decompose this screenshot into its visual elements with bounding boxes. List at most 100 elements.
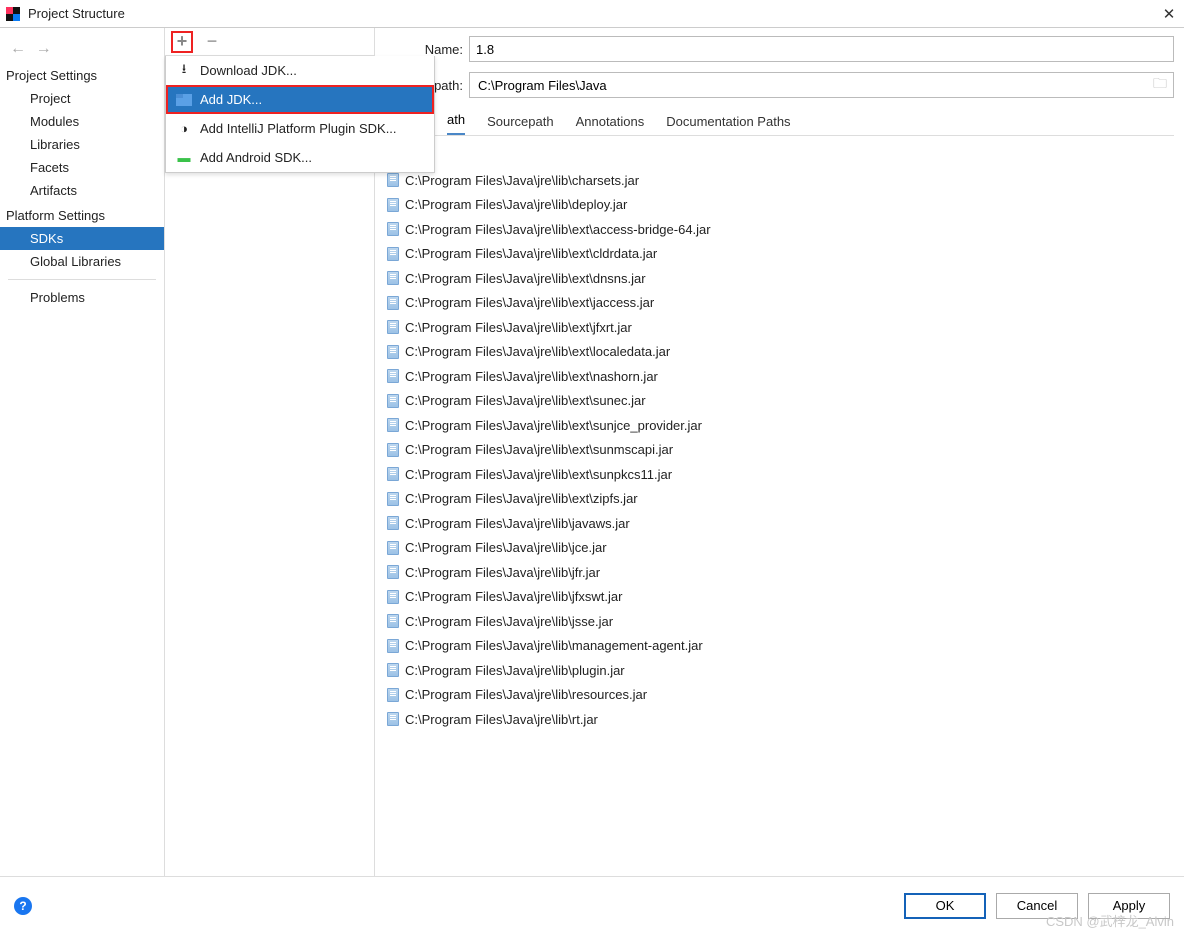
list-item[interactable]: C:\Program Files\Java\jre\lib\jsse.jar bbox=[387, 609, 1174, 634]
classpath-list[interactable]: C:\Program Files\Java\jre\lib\charsets.j… bbox=[387, 168, 1174, 888]
jar-file-icon bbox=[387, 492, 399, 506]
list-item[interactable]: C:\Program Files\Java\jre\lib\ext\cldrda… bbox=[387, 242, 1174, 267]
jar-path: C:\Program Files\Java\jre\lib\ext\zipfs.… bbox=[405, 491, 638, 506]
nav-forward-icon[interactable]: → bbox=[36, 40, 52, 57]
list-item[interactable]: C:\Program Files\Java\jre\lib\ext\zipfs.… bbox=[387, 487, 1174, 512]
jar-path: C:\Program Files\Java\jre\lib\jfr.jar bbox=[405, 565, 600, 580]
sidebar-item-project[interactable]: Project bbox=[0, 87, 164, 110]
jar-path: C:\Program Files\Java\jre\lib\rt.jar bbox=[405, 712, 598, 727]
list-item[interactable]: C:\Program Files\Java\jre\lib\javaws.jar bbox=[387, 511, 1174, 536]
jar-path: C:\Program Files\Java\jre\lib\ext\locale… bbox=[405, 344, 670, 359]
dropdown-item-add-intellij-sdk[interactable]: ◑ Add IntelliJ Platform Plugin SDK... bbox=[166, 114, 434, 143]
list-item[interactable]: C:\Program Files\Java\jre\lib\ext\sunec.… bbox=[387, 389, 1174, 414]
jar-path: C:\Program Files\Java\jre\lib\ext\nashor… bbox=[405, 369, 658, 384]
jar-file-icon bbox=[387, 418, 399, 432]
jar-path: C:\Program Files\Java\jre\lib\jce.jar bbox=[405, 540, 607, 555]
jar-file-icon bbox=[387, 639, 399, 653]
cancel-button[interactable]: Cancel bbox=[996, 893, 1078, 919]
jar-file-icon bbox=[387, 663, 399, 677]
jar-path: C:\Program Files\Java\jre\lib\ext\dnsns.… bbox=[405, 271, 646, 286]
jar-file-icon bbox=[387, 688, 399, 702]
tab-classpath[interactable]: ath bbox=[447, 112, 465, 135]
android-icon: ▬ bbox=[176, 150, 192, 166]
list-item[interactable]: C:\Program Files\Java\jre\lib\ext\sunmsc… bbox=[387, 438, 1174, 463]
sidebar-item-artifacts[interactable]: Artifacts bbox=[0, 179, 164, 202]
ok-button[interactable]: OK bbox=[904, 893, 986, 919]
list-item[interactable]: C:\Program Files\Java\jre\lib\ext\sunpkc… bbox=[387, 462, 1174, 487]
list-item[interactable]: C:\Program Files\Java\jre\lib\ext\nashor… bbox=[387, 364, 1174, 389]
list-item[interactable]: C:\Program Files\Java\jre\lib\jfr.jar bbox=[387, 560, 1174, 585]
browse-folder-icon[interactable]: 🗀 bbox=[1147, 73, 1173, 97]
add-sdk-dropdown: ⭳ Download JDK... Add JDK... ◑ Add Intel… bbox=[165, 56, 435, 173]
dropdown-item-label: Add IntelliJ Platform Plugin SDK... bbox=[200, 121, 397, 136]
tab-documentation-paths[interactable]: Documentation Paths bbox=[666, 114, 790, 135]
sidebar-item-problems[interactable]: Problems bbox=[0, 286, 164, 309]
sidebar-item-facets[interactable]: Facets bbox=[0, 156, 164, 179]
list-item[interactable]: C:\Program Files\Java\jre\lib\jfxswt.jar bbox=[387, 585, 1174, 610]
list-item[interactable]: C:\Program Files\Java\jre\lib\ext\locale… bbox=[387, 340, 1174, 365]
sidebar-item-modules[interactable]: Modules bbox=[0, 110, 164, 133]
dropdown-item-add-android-sdk[interactable]: ▬ Add Android SDK... bbox=[166, 143, 434, 172]
jar-file-icon bbox=[387, 173, 399, 187]
jar-file-icon bbox=[387, 565, 399, 579]
sdk-tabs: ath Sourcepath Annotations Documentation… bbox=[385, 108, 1174, 136]
jar-file-icon bbox=[387, 296, 399, 310]
list-item[interactable]: C:\Program Files\Java\jre\lib\ext\access… bbox=[387, 217, 1174, 242]
list-item[interactable]: C:\Program Files\Java\jre\lib\rt.jar bbox=[387, 707, 1174, 732]
jar-file-icon bbox=[387, 345, 399, 359]
remove-sdk-button[interactable]: − bbox=[201, 31, 223, 53]
download-icon: ⭳ bbox=[176, 63, 192, 79]
jar-path: C:\Program Files\Java\jre\lib\ext\cldrda… bbox=[405, 246, 657, 261]
jar-path: C:\Program Files\Java\jre\lib\management… bbox=[405, 638, 703, 653]
name-label: Name: bbox=[385, 42, 469, 57]
add-sdk-button[interactable]: + bbox=[171, 31, 193, 53]
tab-sourcepath[interactable]: Sourcepath bbox=[487, 114, 554, 135]
nav-back-icon[interactable]: ← bbox=[10, 40, 26, 57]
dropdown-item-label: Add JDK... bbox=[200, 92, 262, 107]
sidebar-header-project-settings: Project Settings bbox=[0, 62, 164, 87]
close-icon[interactable]: ✕ bbox=[1154, 5, 1184, 23]
list-item[interactable]: C:\Program Files\Java\jre\lib\jce.jar bbox=[387, 536, 1174, 561]
sdk-name-input[interactable] bbox=[469, 36, 1174, 62]
jar-file-icon bbox=[387, 443, 399, 457]
list-item[interactable]: C:\Program Files\Java\jre\lib\deploy.jar bbox=[387, 193, 1174, 218]
list-item[interactable]: C:\Program Files\Java\jre\lib\management… bbox=[387, 634, 1174, 659]
jar-file-icon bbox=[387, 222, 399, 236]
jar-path: C:\Program Files\Java\jre\lib\deploy.jar bbox=[405, 197, 627, 212]
sidebar-item-sdks[interactable]: SDKs bbox=[0, 227, 164, 250]
jar-file-icon bbox=[387, 712, 399, 726]
jar-path: C:\Program Files\Java\jre\lib\ext\jfxrt.… bbox=[405, 320, 632, 335]
apply-button[interactable]: Apply bbox=[1088, 893, 1170, 919]
list-item[interactable]: C:\Program Files\Java\jre\lib\plugin.jar bbox=[387, 658, 1174, 683]
jar-path: C:\Program Files\Java\jre\lib\javaws.jar bbox=[405, 516, 630, 531]
jar-path: C:\Program Files\Java\jre\lib\ext\sunjce… bbox=[405, 418, 702, 433]
sidebar: ← → Project Settings Project Modules Lib… bbox=[0, 28, 165, 876]
list-item[interactable]: C:\Program Files\Java\jre\lib\ext\dnsns.… bbox=[387, 266, 1174, 291]
jar-file-icon bbox=[387, 614, 399, 628]
list-item[interactable]: C:\Program Files\Java\jre\lib\ext\jacces… bbox=[387, 291, 1174, 316]
intellij-icon: ◑ bbox=[176, 121, 192, 137]
list-item[interactable]: C:\Program Files\Java\jre\lib\ext\sunjce… bbox=[387, 413, 1174, 438]
list-item[interactable]: C:\Program Files\Java\jre\lib\charsets.j… bbox=[387, 168, 1174, 193]
tab-annotations[interactable]: Annotations bbox=[576, 114, 645, 135]
home-path-input[interactable] bbox=[476, 77, 1147, 94]
jar-path: C:\Program Files\Java\jre\lib\plugin.jar bbox=[405, 663, 625, 678]
window-title: Project Structure bbox=[28, 6, 125, 21]
list-item[interactable]: C:\Program Files\Java\jre\lib\resources.… bbox=[387, 683, 1174, 708]
dropdown-item-add-jdk[interactable]: Add JDK... bbox=[166, 85, 434, 114]
jar-file-icon bbox=[387, 516, 399, 530]
dropdown-item-label: Add Android SDK... bbox=[200, 150, 312, 165]
sidebar-item-global-libraries[interactable]: Global Libraries bbox=[0, 250, 164, 273]
sdk-toolbar: + − bbox=[165, 28, 374, 56]
jar-file-icon bbox=[387, 467, 399, 481]
sidebar-separator bbox=[8, 279, 156, 280]
help-icon[interactable]: ? bbox=[14, 897, 32, 915]
list-item[interactable]: C:\Program Files\Java\jre\lib\ext\jfxrt.… bbox=[387, 315, 1174, 340]
jar-path: C:\Program Files\Java\jre\lib\jsse.jar bbox=[405, 614, 613, 629]
sidebar-item-libraries[interactable]: Libraries bbox=[0, 133, 164, 156]
jar-path: C:\Program Files\Java\jre\lib\ext\sunpkc… bbox=[405, 467, 672, 482]
jar-path: C:\Program Files\Java\jre\lib\jfxswt.jar bbox=[405, 589, 622, 604]
jar-file-icon bbox=[387, 369, 399, 383]
jar-path: C:\Program Files\Java\jre\lib\ext\sunmsc… bbox=[405, 442, 673, 457]
dropdown-item-download-jdk[interactable]: ⭳ Download JDK... bbox=[166, 56, 434, 85]
